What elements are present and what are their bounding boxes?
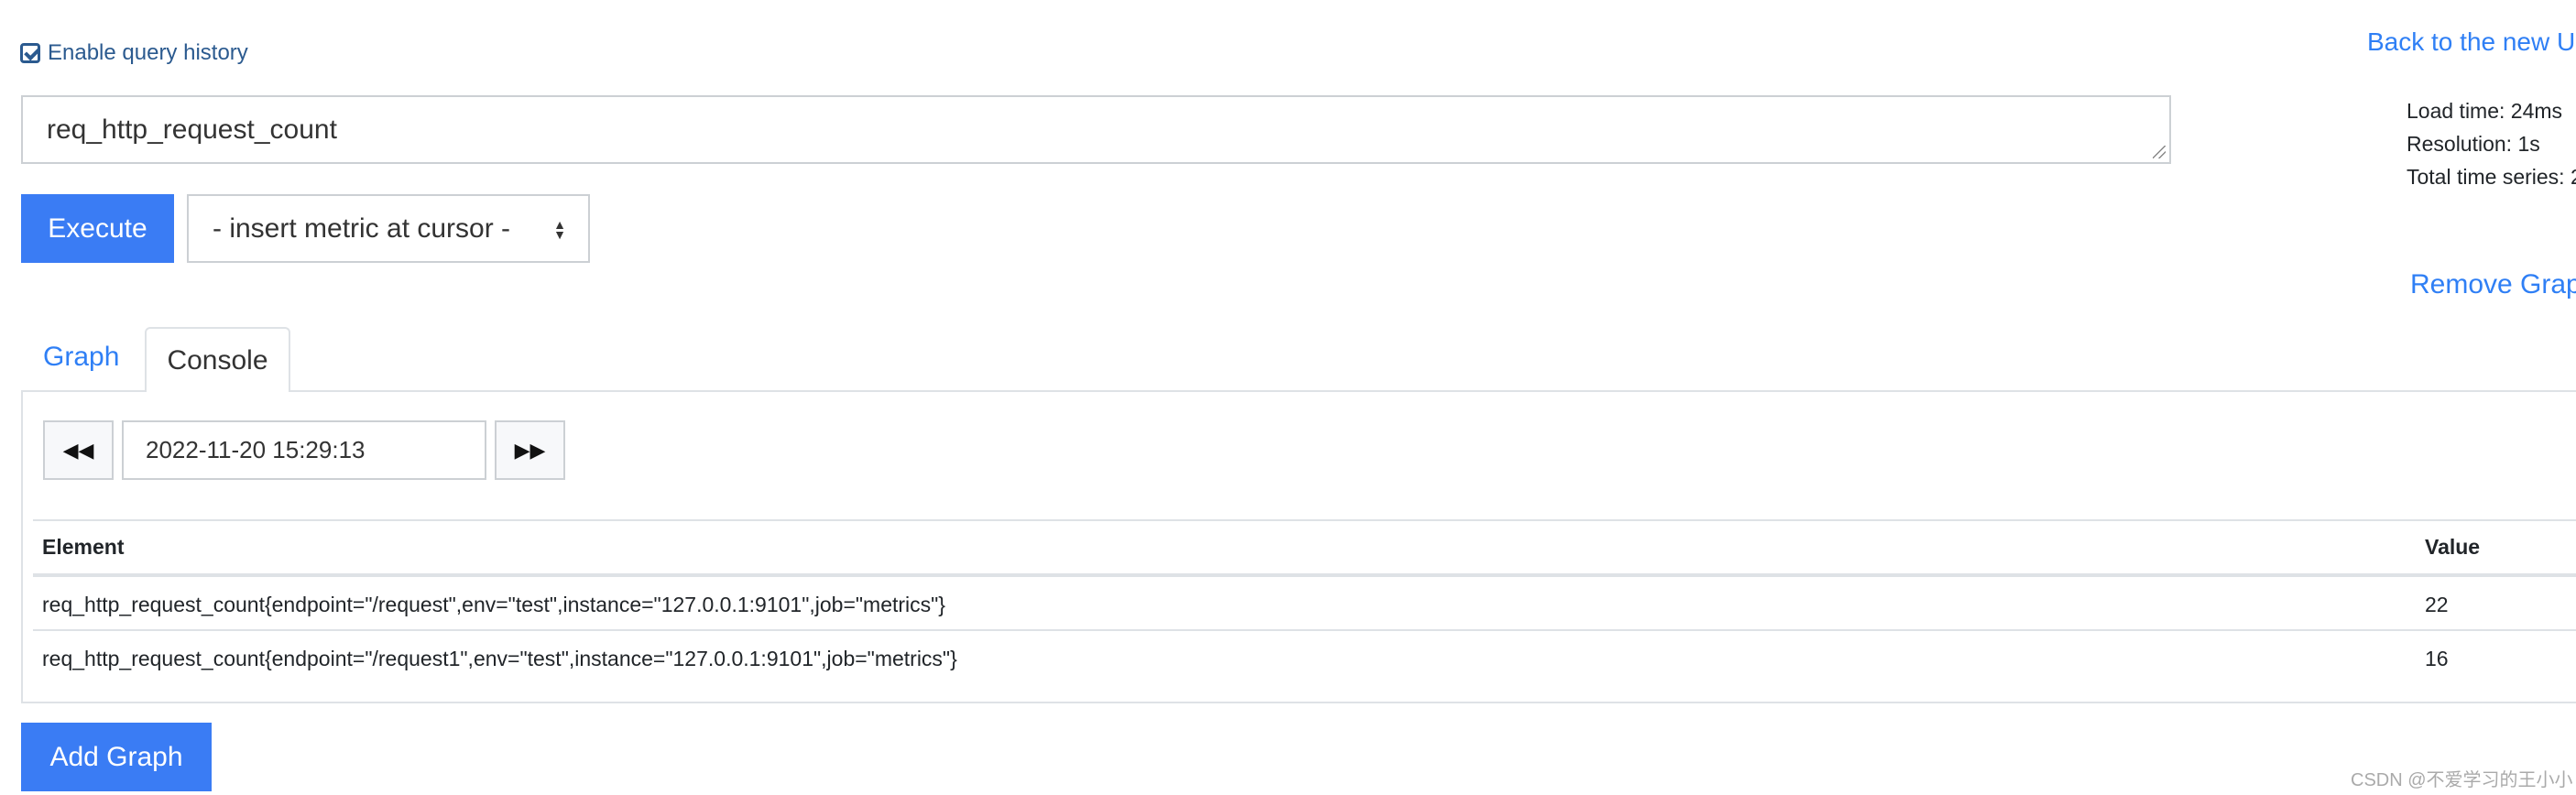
query-input[interactable]: req_http_request_count [21, 95, 2171, 164]
remove-graph-link[interactable]: Remove Graph [2410, 269, 2576, 300]
insert-metric-select-value: - insert metric at cursor - [213, 212, 511, 244]
total-time-series: Total time series: 2 [2407, 165, 2576, 189]
load-time: Load time: 24ms [2407, 99, 2563, 123]
back-to-new-ui-link[interactable]: Back to the new UI [2367, 27, 2576, 57]
resolution: Resolution: 1s [2407, 132, 2540, 156]
add-graph-button[interactable]: Add Graph [21, 723, 212, 791]
table-row-element: req_http_request_count{endpoint="/reques… [42, 593, 945, 616]
time-forward-button[interactable]: ▶▶ [495, 420, 565, 480]
table-header-border [33, 573, 2576, 577]
time-back-button[interactable]: ◀◀ [43, 420, 114, 480]
insert-metric-select[interactable]: - insert metric at cursor - ▲ ▼ [187, 194, 590, 263]
forward-icon: ▶▶ [514, 438, 546, 462]
backward-icon: ◀◀ [62, 438, 94, 462]
query-text: req_http_request_count [47, 114, 337, 145]
tab-graph[interactable]: Graph [43, 342, 119, 373]
enable-query-history-checkbox[interactable]: Enable query history [20, 40, 248, 66]
table-row-border [33, 629, 2576, 631]
tab-console[interactable]: Console [145, 327, 290, 392]
resize-handle-icon[interactable] [2153, 146, 2166, 158]
enable-query-history-label: Enable query history [48, 40, 248, 65]
table-top-border [33, 519, 2576, 521]
watermark: CSDN @不爱学习的王小小 [2351, 770, 2573, 790]
table-row-element: req_http_request_count{endpoint="/reques… [42, 647, 957, 670]
column-header-value: Value [2425, 535, 2481, 559]
table-row-value: 22 [2425, 593, 2449, 616]
execute-button[interactable]: Execute [21, 194, 174, 263]
checkbox-checked-icon [20, 43, 40, 63]
column-header-element: Element [42, 535, 125, 559]
evaluation-time-input[interactable]: 2022-11-20 15:29:13 [122, 420, 486, 480]
select-caret-icon: ▲ ▼ [553, 217, 566, 242]
table-row-value: 16 [2425, 647, 2449, 670]
